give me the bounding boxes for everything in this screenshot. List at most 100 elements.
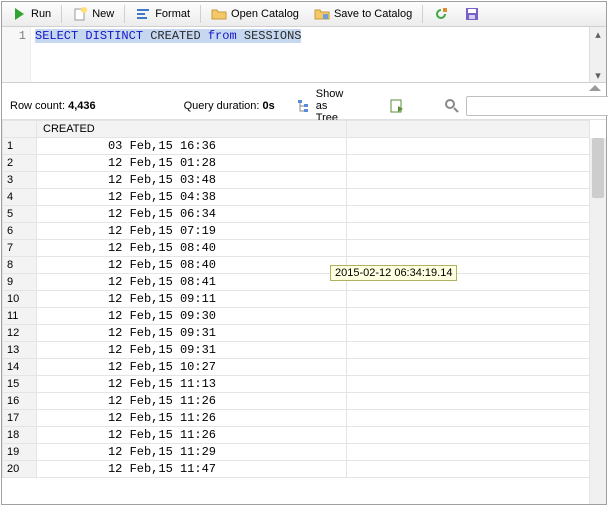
row-number: 11 [3, 308, 37, 325]
format-label: Format [155, 8, 190, 20]
open-catalog-button[interactable]: Open Catalog [204, 1, 306, 27]
cell-empty [347, 325, 590, 342]
cell-created[interactable]: 12 Feb,15 01:28 [37, 155, 347, 172]
cell-created[interactable]: 12 Feb,15 09:31 [37, 342, 347, 359]
table-row[interactable]: 1312 Feb,15 09:31 [3, 342, 590, 359]
row-number: 20 [3, 461, 37, 478]
table-row[interactable]: 1512 Feb,15 11:13 [3, 376, 590, 393]
cell-created[interactable]: 12 Feb,15 03:48 [37, 172, 347, 189]
table-row[interactable]: 712 Feb,15 08:40 [3, 240, 590, 257]
editor-scrollbar[interactable]: ▴ ▾ [589, 27, 606, 82]
cell-created[interactable]: 12 Feb,15 11:26 [37, 410, 347, 427]
row-number: 10 [3, 291, 37, 308]
cell-created[interactable]: 12 Feb,15 06:34 [37, 206, 347, 223]
open-catalog-label: Open Catalog [231, 8, 299, 20]
table-row[interactable]: 412 Feb,15 04:38 [3, 189, 590, 206]
refresh-button[interactable] [426, 1, 456, 27]
separator [200, 5, 201, 23]
table-row[interactable]: 312 Feb,15 03:48 [3, 172, 590, 189]
row-number: 13 [3, 342, 37, 359]
cell-created[interactable]: 12 Feb,15 08:40 [37, 240, 347, 257]
sql-keyword: from [208, 29, 237, 43]
results-table[interactable]: CREATED 103 Feb,15 16:36212 Feb,15 01:28… [2, 120, 590, 478]
row-count: Row count: 4,436 [10, 100, 96, 112]
table-row[interactable]: 912 Feb,15 08:41 [3, 274, 590, 291]
column-header-empty [347, 121, 590, 138]
cell-created[interactable]: 12 Feb,15 09:30 [37, 308, 347, 325]
cell-empty [347, 240, 590, 257]
run-label: Run [31, 8, 51, 20]
table-row[interactable]: 2012 Feb,15 11:47 [3, 461, 590, 478]
table-row[interactable]: 1012 Feb,15 09:11 [3, 291, 590, 308]
folder-open-icon [211, 6, 227, 22]
table-row[interactable]: 1112 Feb,15 09:30 [3, 308, 590, 325]
duration-value: 0s [263, 100, 275, 112]
row-number: 17 [3, 410, 37, 427]
cell-empty [347, 308, 590, 325]
cell-created[interactable]: 03 Feb,15 16:36 [37, 138, 347, 155]
cell-created[interactable]: 12 Feb,15 08:41 [37, 274, 347, 291]
cell-created[interactable]: 12 Feb,15 11:13 [37, 376, 347, 393]
new-icon [72, 6, 88, 22]
cell-created[interactable]: 12 Feb,15 11:47 [37, 461, 347, 478]
new-button[interactable]: New [65, 1, 121, 27]
cell-empty [347, 376, 590, 393]
run-button[interactable]: Run [4, 1, 58, 27]
cell-created[interactable]: 12 Feb,15 09:31 [37, 325, 347, 342]
cell-empty [347, 138, 590, 155]
search-input[interactable] [471, 99, 608, 113]
cell-created[interactable]: 12 Feb,15 08:40 [37, 257, 347, 274]
table-row[interactable]: 812 Feb,15 08:40 [3, 257, 590, 274]
separator [422, 5, 423, 23]
row-count-label: Row count: [10, 100, 65, 112]
editor-code[interactable]: SELECT DISTINCT CREATED from SESSIONS [31, 27, 606, 82]
show-as-tree-label: Show as Tree [316, 88, 344, 124]
show-as-tree-button[interactable]: Show as Tree [289, 93, 351, 119]
cell-created[interactable]: 12 Feb,15 11:26 [37, 427, 347, 444]
table-row[interactable]: 212 Feb,15 01:28 [3, 155, 590, 172]
scroll-up-icon[interactable]: ▴ [591, 27, 605, 41]
table-row[interactable]: 1412 Feb,15 10:27 [3, 359, 590, 376]
cell-created[interactable]: 12 Feb,15 11:26 [37, 393, 347, 410]
row-number: 16 [3, 393, 37, 410]
cell-empty [347, 223, 590, 240]
cell-empty [347, 444, 590, 461]
cell-created[interactable]: 12 Feb,15 09:11 [37, 291, 347, 308]
collapse-handle[interactable] [2, 83, 606, 93]
save-catalog-button[interactable]: Save to Catalog [307, 1, 419, 27]
cell-created[interactable]: 12 Feb,15 07:19 [37, 223, 347, 240]
row-number: 14 [3, 359, 37, 376]
column-header-created[interactable]: CREATED [37, 121, 347, 138]
cell-empty [347, 172, 590, 189]
cell-created[interactable]: 12 Feb,15 04:38 [37, 189, 347, 206]
new-label: New [92, 8, 114, 20]
sql-keyword: DISTINCT [85, 29, 143, 43]
search-box[interactable] [466, 96, 608, 116]
table-row[interactable]: 1912 Feb,15 11:29 [3, 444, 590, 461]
cell-created[interactable]: 12 Feb,15 11:29 [37, 444, 347, 461]
scrollbar-thumb[interactable] [592, 138, 604, 198]
format-icon [135, 6, 151, 22]
scroll-down-icon[interactable]: ▾ [591, 68, 605, 82]
cell-empty [347, 427, 590, 444]
sql-editor[interactable]: 1 SELECT DISTINCT CREATED from SESSIONS … [2, 27, 606, 83]
sql-keyword: SELECT [35, 29, 78, 43]
cell-empty [347, 291, 590, 308]
table-row[interactable]: 512 Feb,15 06:34 [3, 206, 590, 223]
table-row[interactable]: 612 Feb,15 07:19 [3, 223, 590, 240]
line-number: 1 [2, 29, 26, 43]
row-number: 7 [3, 240, 37, 257]
table-row[interactable]: 1212 Feb,15 09:31 [3, 325, 590, 342]
cell-created[interactable]: 12 Feb,15 10:27 [37, 359, 347, 376]
table-row[interactable]: 1812 Feb,15 11:26 [3, 427, 590, 444]
export-button[interactable] [382, 93, 412, 119]
duration-label: Query duration: [184, 100, 260, 112]
grid-scrollbar[interactable] [589, 138, 606, 504]
table-row[interactable]: 103 Feb,15 16:36 [3, 138, 590, 155]
results-grid[interactable]: CREATED 103 Feb,15 16:36212 Feb,15 01:28… [2, 120, 606, 504]
table-row[interactable]: 1612 Feb,15 11:26 [3, 393, 590, 410]
format-button[interactable]: Format [128, 1, 197, 27]
table-row[interactable]: 1712 Feb,15 11:26 [3, 410, 590, 427]
save-button[interactable] [457, 1, 487, 27]
editor-gutter: 1 [2, 27, 31, 82]
